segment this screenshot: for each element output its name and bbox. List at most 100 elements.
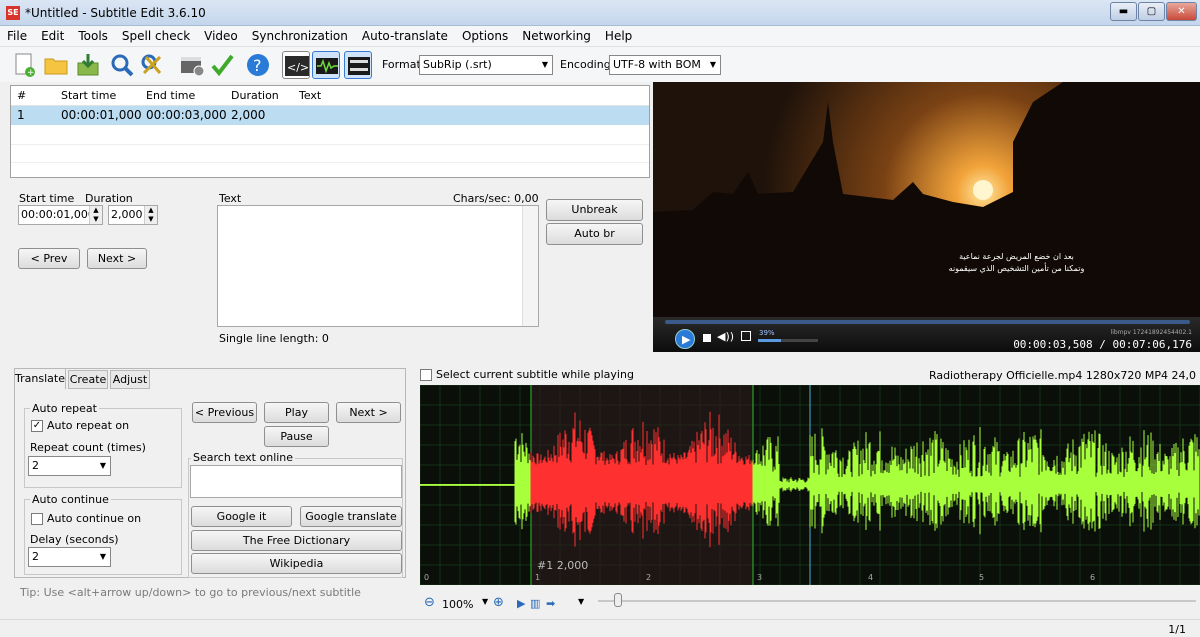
chevron-down-icon: ▼ (99, 461, 106, 470)
save-icon[interactable] (74, 51, 102, 79)
menu-spell-check[interactable]: Spell check (115, 26, 197, 43)
waveform[interactable]: #1 2,000 0 1 2 3 4 5 6 (420, 385, 1200, 585)
google-translate-button[interactable]: Google translate (300, 506, 402, 527)
visual-sync-icon[interactable] (178, 51, 206, 79)
spinner-icon[interactable]: ▲ ▼ (89, 206, 102, 224)
menu-help[interactable]: Help (598, 26, 639, 43)
repeat-count-select[interactable]: 2 ▼ (28, 456, 111, 476)
video-toggle-icon[interactable] (344, 51, 372, 79)
delay-select[interactable]: 2 ▼ (28, 547, 111, 567)
subtitle-list[interactable]: # Start time End time Duration Text 1 00… (10, 85, 650, 178)
subtitle-text-area[interactable] (217, 205, 539, 327)
menu-bar: File Edit Tools Spell check Video Synchroniza… (0, 26, 1200, 47)
spell-check-icon[interactable] (208, 51, 236, 79)
google-it-button[interactable]: Google it (191, 506, 292, 527)
repeat-count-label: Repeat count (times) (30, 441, 146, 454)
pause-button[interactable]: Pause (264, 426, 329, 447)
waveform-canvas[interactable] (420, 385, 1200, 585)
grid-header: # Start time End time Duration Text (11, 86, 649, 106)
waveform-toggle-icon[interactable] (312, 51, 340, 79)
row-number: 1 (17, 108, 25, 122)
column-start-time[interactable]: Start time (61, 89, 116, 102)
encoding-select[interactable]: UTF-8 with BOM ▼ (609, 55, 721, 75)
play-icon[interactable]: ▶ (675, 329, 695, 349)
source-view-icon[interactable]: </> (282, 51, 310, 79)
next-subtitle-button[interactable]: Next > (336, 402, 401, 423)
menu-auto-translate[interactable]: Auto-translate (355, 26, 455, 43)
menu-edit[interactable]: Edit (34, 26, 71, 43)
open-folder-icon[interactable] (42, 51, 70, 79)
checkbox-unchecked-icon[interactable] (31, 513, 43, 525)
player-info: libmpv 17241892454402.1 (1110, 329, 1192, 336)
zoom-level: 100% (442, 598, 474, 611)
zoom-dropdown-icon[interactable]: ▼ (482, 597, 488, 606)
seek-bar[interactable] (665, 320, 1190, 324)
checkbox-checked-icon[interactable]: ✓ (31, 420, 43, 432)
svg-text:</>: </> (287, 61, 309, 74)
video-time: 00:00:03,508 / 00:07:06,176 (1013, 338, 1192, 351)
position-slider[interactable] (598, 600, 1196, 602)
toolbar: + ? </> Format SubRip (.srt) ▼ Encoding U… (0, 47, 1200, 82)
tab-adjust[interactable]: Adjust (110, 370, 150, 389)
encoding-label: Encoding (560, 58, 611, 71)
column-number[interactable]: # (17, 89, 26, 102)
menu-video[interactable]: Video (197, 26, 245, 43)
tab-create[interactable]: Create (68, 370, 108, 389)
select-current-checkbox[interactable]: Select current subtitle while playing (420, 368, 634, 381)
play-button[interactable]: Play (264, 402, 329, 423)
zoom-in-icon[interactable]: ⊕ (493, 595, 504, 610)
free-dictionary-button[interactable]: The Free Dictionary (191, 530, 402, 551)
volume-slider[interactable] (758, 339, 818, 342)
menu-options[interactable]: Options (455, 26, 515, 43)
find-icon[interactable] (108, 51, 136, 79)
help-icon[interactable]: ? (244, 51, 272, 79)
split-icon[interactable]: ▥ (530, 597, 540, 610)
close-button[interactable]: ✕ (1166, 2, 1197, 21)
video-player[interactable]: بعد ان خضع المريض لجرعة نماعية وتمكنا من… (653, 82, 1200, 352)
volume-icon[interactable]: ◀)) (717, 330, 734, 343)
tab-translate[interactable]: Translate (14, 368, 66, 389)
menu-synchronization[interactable]: Synchronization (245, 26, 355, 43)
new-file-icon[interactable]: + (10, 51, 38, 79)
second-tick-label: 2 (646, 573, 652, 582)
menu-networking[interactable]: Networking (515, 26, 598, 43)
scrollbar[interactable] (522, 206, 538, 326)
menu-tools[interactable]: Tools (71, 26, 115, 43)
prev-button[interactable]: < Prev (18, 248, 80, 269)
maximize-button[interactable]: ▢ (1138, 2, 1165, 21)
column-end-time[interactable]: End time (146, 89, 195, 102)
subtitle-marker[interactable]: #1 2,000 (537, 559, 588, 572)
minimize-button[interactable]: ▬ (1110, 2, 1137, 21)
unbreak-button[interactable]: Unbreak (546, 199, 643, 221)
slider-thumb[interactable] (614, 593, 622, 607)
auto-continue-title: Auto continue (30, 493, 111, 506)
player-controls: ▶ ◀)) 39% libmpv 17241892454402.1 00:00:… (653, 317, 1200, 352)
fullscreen-icon[interactable] (741, 331, 751, 341)
search-input[interactable] (190, 465, 402, 498)
menu-file[interactable]: File (0, 26, 34, 43)
checkbox-unchecked-icon[interactable] (420, 369, 432, 381)
move-forward-icon[interactable]: ➡ (546, 597, 555, 610)
start-time-field[interactable]: 00:00:01,000 ▲ ▼ (18, 205, 103, 225)
duration-field[interactable]: 2,000 ▲ ▼ (108, 205, 158, 225)
auto-repeat-checkbox[interactable]: ✓ Auto repeat on (31, 419, 129, 432)
play-waveform-icon[interactable]: ▶ (517, 597, 525, 610)
column-duration[interactable]: Duration (231, 89, 279, 102)
text-label: Text (219, 192, 242, 205)
zoom-out-icon[interactable]: ⊖ (424, 595, 435, 610)
options-dropdown-icon[interactable]: ▼ (578, 597, 584, 606)
second-tick-label: 4 (868, 573, 874, 582)
format-select[interactable]: SubRip (.srt) ▼ (419, 55, 553, 75)
next-button[interactable]: Next > (87, 248, 147, 269)
stop-icon[interactable] (703, 334, 711, 342)
wikipedia-button[interactable]: Wikipedia (191, 553, 402, 574)
replace-icon[interactable] (138, 51, 166, 79)
row-end-time: 00:00:03,000 (146, 108, 227, 122)
previous-button[interactable]: < Previous (192, 402, 257, 423)
column-text[interactable]: Text (299, 89, 321, 102)
spinner-icon[interactable]: ▲ ▼ (144, 206, 157, 224)
auto-br-button[interactable]: Auto br (546, 223, 643, 245)
table-row[interactable]: 1 00:00:01,000 00:00:03,000 2,000 (11, 106, 649, 125)
delay-label: Delay (seconds) (30, 533, 119, 546)
auto-continue-checkbox[interactable]: Auto continue on (31, 512, 141, 525)
